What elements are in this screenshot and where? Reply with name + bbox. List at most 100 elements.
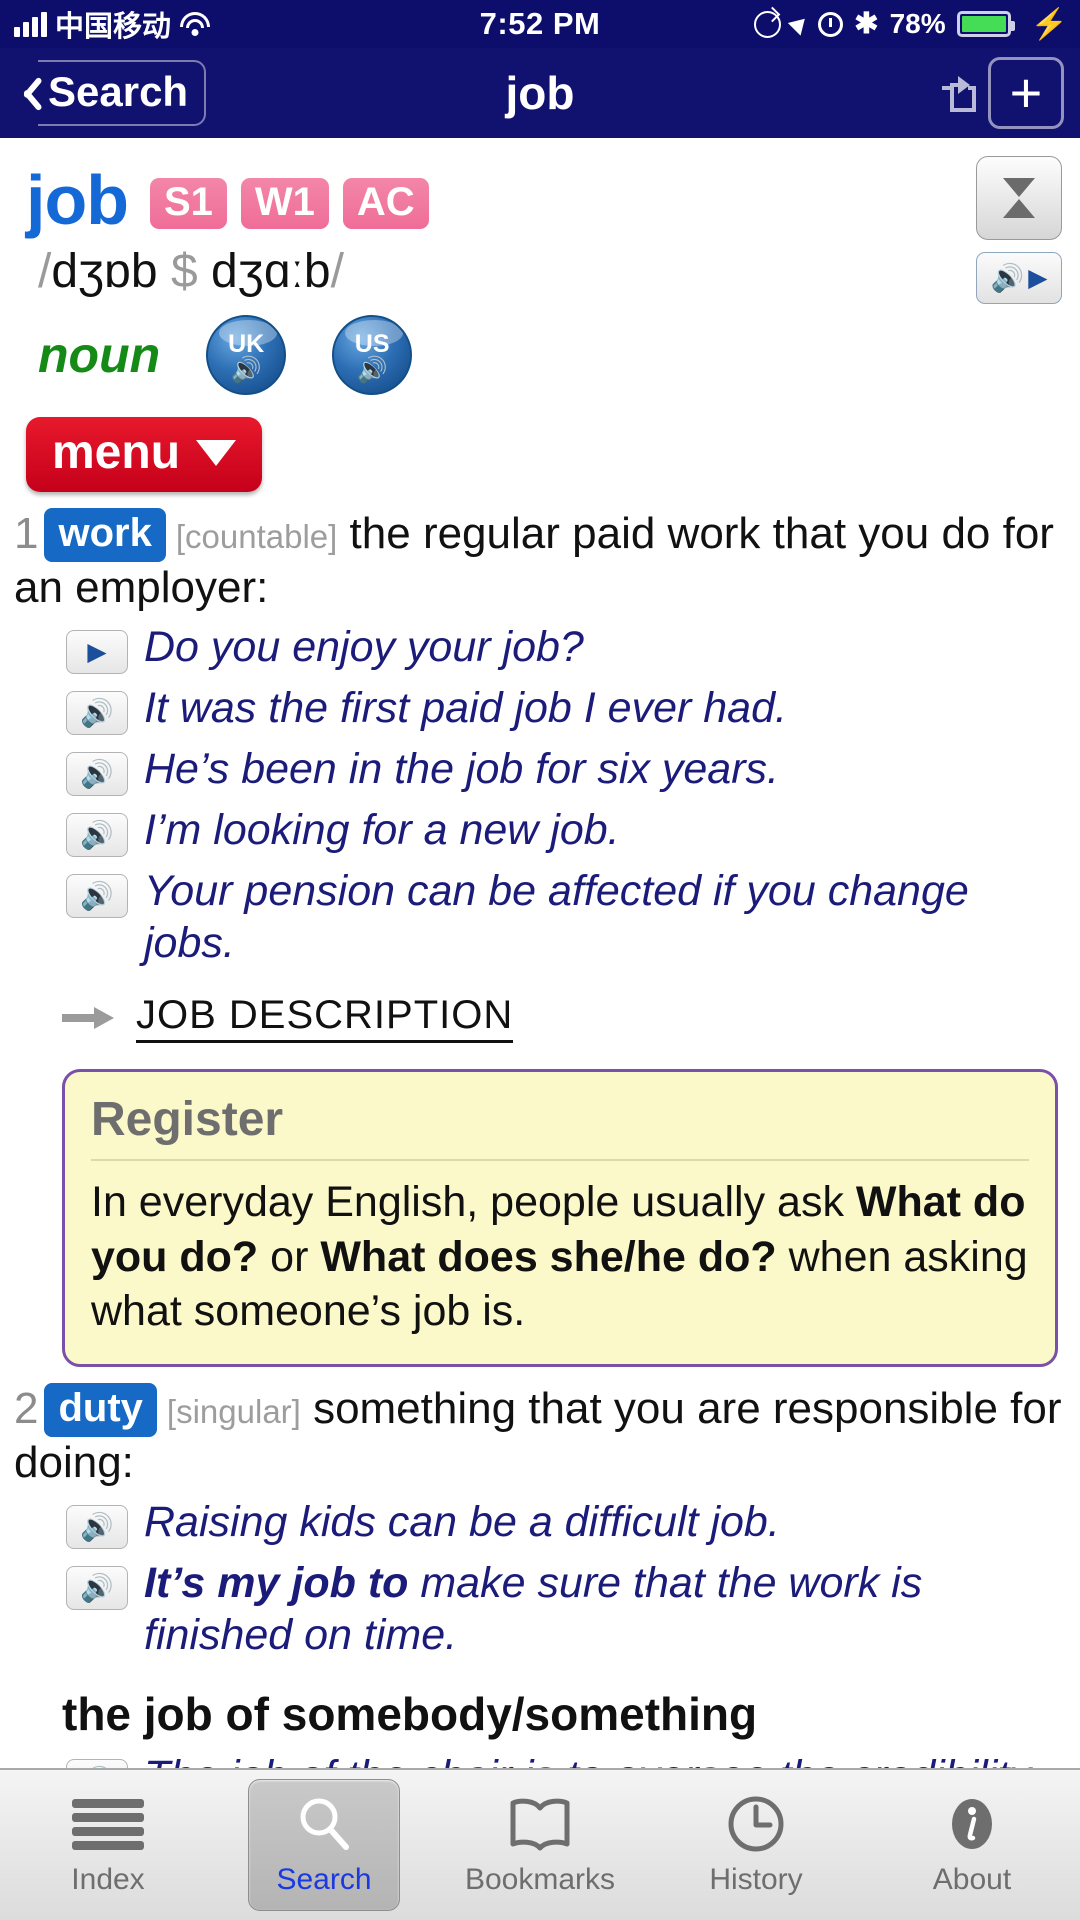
- tab-bookmarks-label: Bookmarks: [464, 1863, 616, 1896]
- arrow-up-icon: [1003, 199, 1035, 218]
- example-text: It’s my job to make sure that the work i…: [144, 1558, 1066, 1661]
- pron-close-slash: /: [330, 245, 344, 298]
- example-row[interactable]: 🔊 He’s been in the job for six years.: [14, 735, 1066, 797]
- sense-2-definition-line: 2 duty [singular] something that you are r…: [14, 1382, 1066, 1488]
- back-button[interactable]: Search: [16, 60, 207, 126]
- badge-ac: AC: [342, 177, 429, 229]
- sense-2-topic-tag[interactable]: duty: [44, 1382, 157, 1437]
- register-part: or: [258, 1232, 321, 1281]
- search-icon: [294, 1793, 354, 1855]
- headword: job: [26, 161, 129, 239]
- sense-1-definition-line: 1 work [countable] the regular paid work t…: [14, 508, 1066, 613]
- pron-uk: dʒɒb: [51, 245, 158, 298]
- status-bar-clock: 7:52 PM: [479, 6, 601, 41]
- example-text: The job of the chair is to oversee the c…: [144, 1751, 1066, 1768]
- register-note-box: Register In everyday English, people usu…: [62, 1069, 1058, 1367]
- frequency-badges: S1 W1 AC: [149, 172, 429, 229]
- cross-reference-link[interactable]: JOB DESCRIPTION: [136, 993, 514, 1044]
- tab-search-label: Search: [276, 1863, 372, 1896]
- navigation-bar-right: +: [932, 57, 1080, 129]
- sense-1-grammar: [countable]: [175, 518, 338, 555]
- speaker-icon[interactable]: 🔊: [66, 1759, 128, 1768]
- sense-1: 1 work [countable] the regular paid work t…: [14, 492, 1066, 1367]
- tab-about-label: About: [932, 1863, 1012, 1896]
- chevron-down-icon: [196, 439, 237, 466]
- tab-index-label: Index: [71, 1863, 145, 1896]
- speaker-icon[interactable]: 🔊: [66, 1505, 128, 1550]
- play-all-audio-button[interactable]: 🔊 ▶: [976, 252, 1062, 304]
- sense-1-topic-tag[interactable]: work: [44, 508, 166, 562]
- register-note-title: Register: [91, 1092, 1029, 1162]
- example-text: He’s been in the job for six years.: [144, 745, 779, 794]
- example-text: Raising kids can be a difficult job.: [144, 1498, 780, 1547]
- tab-index[interactable]: Index: [0, 1770, 216, 1920]
- speaker-icon[interactable]: 🔊: [66, 874, 128, 919]
- example-row[interactable]: 🔊 It’s my job to make sure that the work…: [14, 1549, 1066, 1661]
- example-row[interactable]: 🔊 Your pension can be affected if you ch…: [14, 857, 1066, 969]
- add-button[interactable]: +: [988, 57, 1064, 129]
- example-row[interactable]: 🔊 I’m looking for a new job.: [14, 796, 1066, 858]
- pron-separator: $: [170, 245, 198, 298]
- speaker-icon[interactable]: 🔊: [66, 691, 128, 736]
- speaker-icon[interactable]: 🔊: [66, 1566, 128, 1611]
- menu-button-label: menu: [52, 426, 181, 479]
- part-of-speech: noun: [38, 327, 161, 383]
- example-row-partial[interactable]: 🔊 The job of the chair is to oversee the…: [14, 1741, 1066, 1768]
- example-text: It was the first paid job I ever had.: [144, 684, 787, 733]
- tab-about[interactable]: About: [864, 1770, 1080, 1920]
- example-row[interactable]: ▶ Do you enjoy your job?: [14, 613, 1066, 675]
- register-note-text: In everyday English, people usually ask …: [91, 1175, 1029, 1338]
- speaker-icon[interactable]: 🔊: [66, 752, 128, 797]
- arrow-right-icon: [62, 1007, 114, 1030]
- sense-1-definition: the regular paid work that you do for an…: [14, 509, 1054, 612]
- battery-icon: [956, 11, 1015, 37]
- badge-w1: W1: [240, 177, 329, 229]
- speaker-icon: 🔊: [990, 262, 1025, 293]
- sense-1-number: 1: [14, 509, 39, 558]
- scroll-jump-button[interactable]: [976, 156, 1062, 240]
- share-icon[interactable]: [932, 70, 978, 116]
- tab-search[interactable]: Search: [216, 1770, 432, 1920]
- pron-us: dʒɑːb: [210, 245, 331, 298]
- part-of-speech-row: noun UK 🔊 US 🔊: [14, 299, 1066, 395]
- back-button-label: Search: [38, 60, 207, 126]
- uk-audio-button[interactable]: UK 🔊: [206, 315, 287, 395]
- us-audio-button[interactable]: US 🔊: [332, 315, 413, 395]
- cross-reference-row[interactable]: JOB DESCRIPTION: [14, 969, 1066, 1044]
- headword-row: job S1 W1 AC: [14, 138, 1066, 240]
- example-text: Do you enjoy your job?: [144, 623, 584, 672]
- play-triangle-icon: ▶: [1028, 263, 1048, 292]
- alarm-icon: [818, 11, 844, 37]
- play-icon[interactable]: ▶: [66, 630, 128, 675]
- tab-bar: Index Search Bookmarks History About: [0, 1768, 1080, 1920]
- dictionary-entry-content[interactable]: 🔊 ▶ job S1 W1 AC /dʒɒb $ dʒɑːb/ noun UK …: [0, 138, 1080, 1768]
- speaker-icon[interactable]: 🔊: [66, 813, 128, 858]
- example-text: I’m looking for a new job.: [144, 806, 620, 855]
- book-icon: [508, 1793, 572, 1855]
- tab-history-label: History: [709, 1863, 803, 1896]
- example-row[interactable]: 🔊 Raising kids can be a difficult job.: [14, 1488, 1066, 1550]
- rotation-lock-icon: [754, 10, 782, 38]
- tab-bookmarks[interactable]: Bookmarks: [432, 1770, 648, 1920]
- speaker-icon: 🔊: [356, 355, 388, 384]
- us-audio-label: US: [354, 329, 390, 358]
- badge-s1: S1: [149, 177, 227, 229]
- chevron-left-icon: [16, 74, 38, 112]
- clock-icon: [726, 1793, 786, 1855]
- register-part: In everyday English, people usually ask: [91, 1178, 856, 1227]
- info-icon: [943, 1793, 1001, 1855]
- tab-history[interactable]: History: [648, 1770, 864, 1920]
- pron-open-slash: /: [38, 245, 52, 298]
- uk-audio-label: UK: [228, 329, 265, 358]
- phrase-heading: the job of somebody/something: [62, 1688, 758, 1741]
- speaker-icon: 🔊: [230, 355, 262, 384]
- hamburger-icon: [72, 1793, 144, 1855]
- register-part-bold: What does she/he do?: [320, 1232, 777, 1281]
- example-row[interactable]: 🔊 It was the first paid job I ever had.: [14, 674, 1066, 736]
- sense-2: 2 duty [singular] something that you are r…: [14, 1367, 1066, 1661]
- example-text: Your pension can be affected if you chan…: [144, 867, 969, 967]
- example-collocation: It’s my job to: [144, 1559, 409, 1608]
- status-bar: 中国移动 7:52 PM ✱ 78% ⚡: [0, 0, 1080, 48]
- menu-button[interactable]: menu: [26, 417, 263, 492]
- pronunciation: /dʒɒb $ dʒɑːb/: [14, 240, 1066, 299]
